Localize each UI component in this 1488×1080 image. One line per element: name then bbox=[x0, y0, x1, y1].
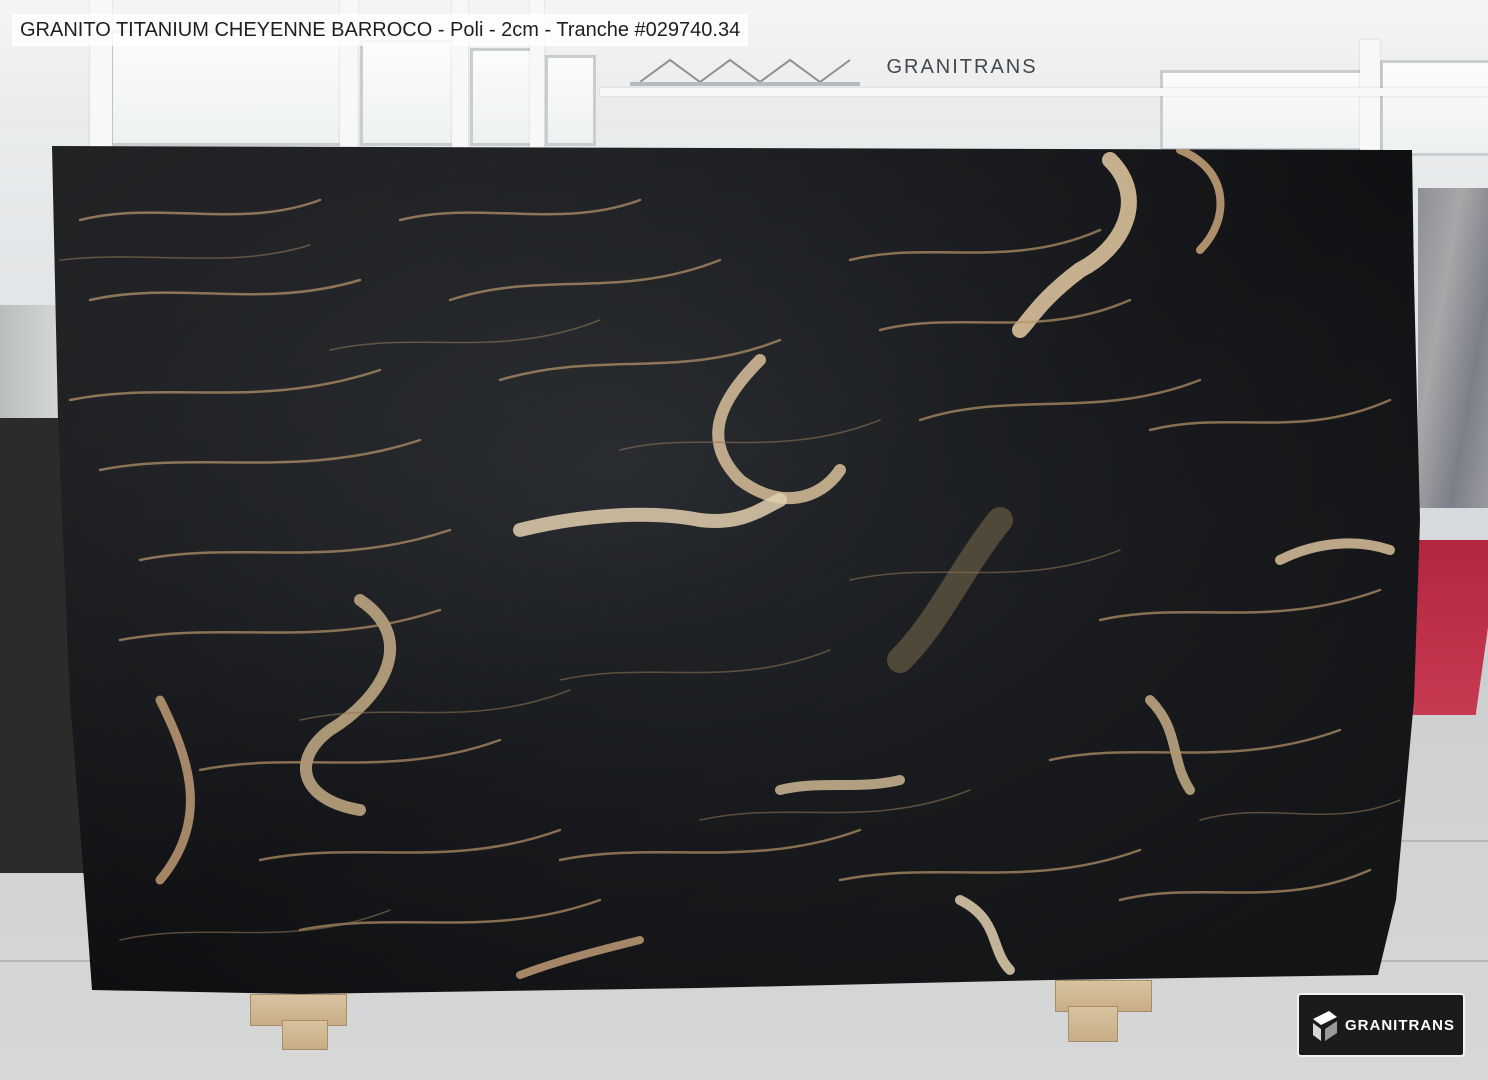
wood-support bbox=[1068, 1006, 1118, 1042]
granite-slab bbox=[52, 146, 1420, 994]
brand-logo: GRANITRANS bbox=[1297, 993, 1465, 1057]
slab-caption: GRANITO TITANIUM CHEYENNE BARROCO - Poli… bbox=[12, 14, 749, 46]
photo-scene: GRANITRANS GRANITO TITANIUM CHEYENNE BAR… bbox=[0, 0, 1488, 1080]
wood-support bbox=[282, 1020, 328, 1050]
granitrans-mark-icon bbox=[1313, 1011, 1337, 1041]
brand-logo-text: GRANITRANS bbox=[1345, 1017, 1455, 1034]
